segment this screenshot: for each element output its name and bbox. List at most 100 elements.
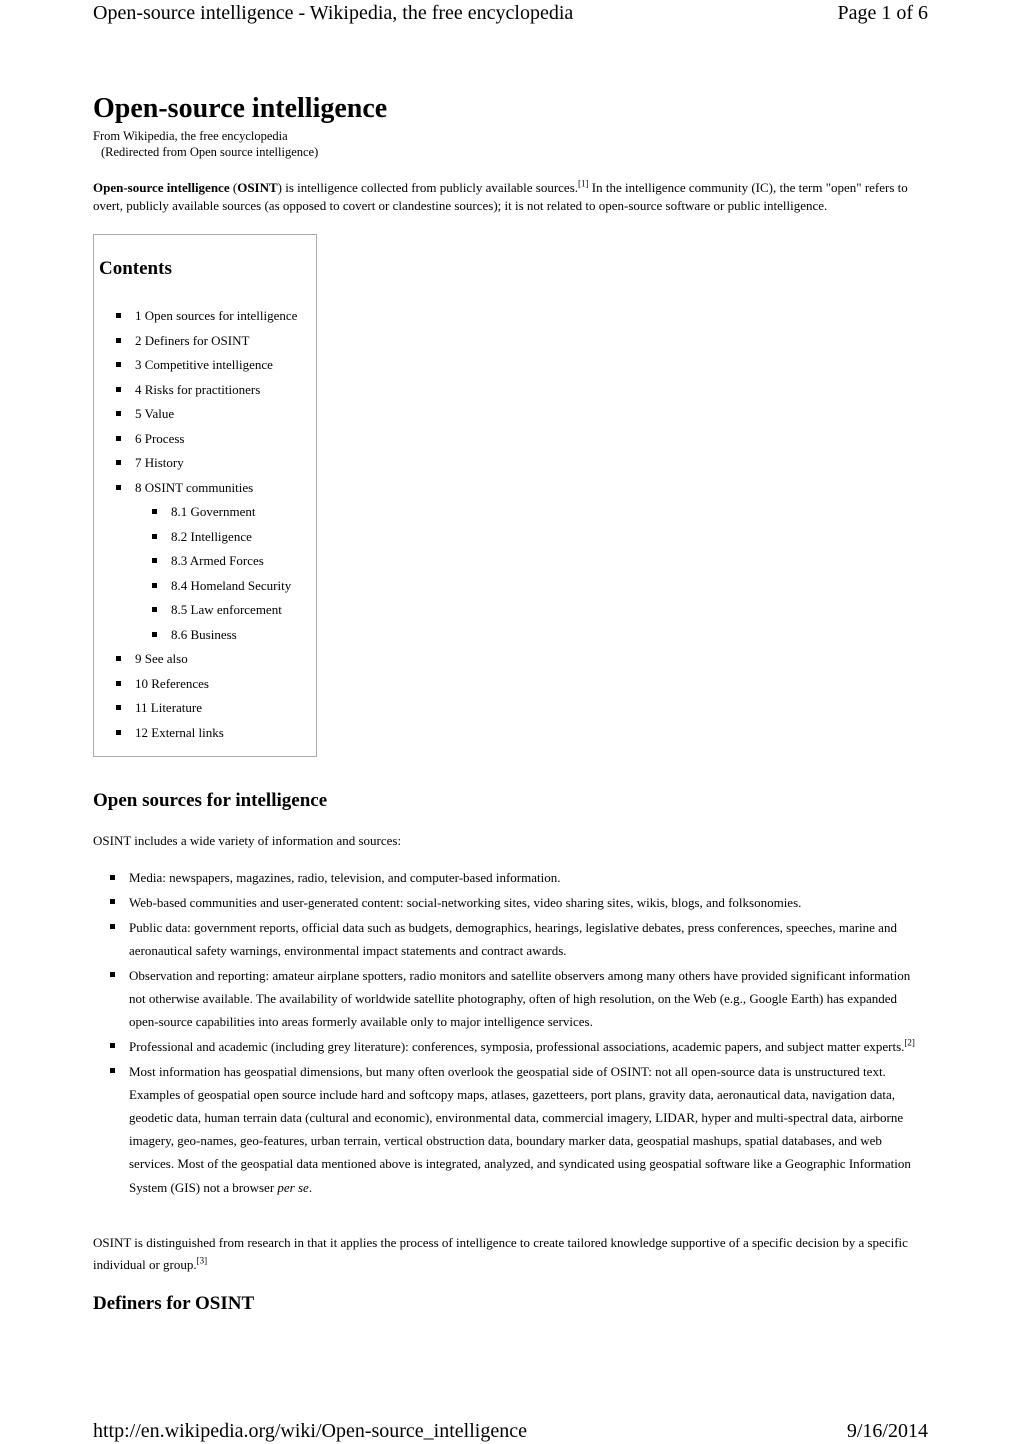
sources-list: Media: newspapers, magazines, radio, tel… <box>110 866 928 1200</box>
toc-link[interactable]: 8.4 Homeland Security <box>171 578 291 593</box>
toc-item[interactable]: 8.1 Government <box>152 500 297 525</box>
source-list-item: Public data: government reports, officia… <box>110 916 928 962</box>
square-bullet-icon <box>152 558 157 563</box>
toc-link[interactable]: 10 References <box>135 676 209 691</box>
source-item-end: . <box>308 1179 313 1195</box>
toc-item[interactable]: 5 Value <box>116 402 297 427</box>
square-bullet-icon <box>116 337 121 343</box>
square-bullet-icon <box>152 607 157 612</box>
print-date: 9/16/2014 <box>846 1420 928 1442</box>
toc-item[interactable]: 1 Open sources for intelligence <box>116 304 297 329</box>
print-header: Open-source intelligence - Wikipedia, th… <box>93 0 928 30</box>
toc-link[interactable]: 8.2 Intelligence <box>171 529 252 544</box>
toc-link[interactable]: 12 External links <box>135 725 224 740</box>
toc-link[interactable]: 3 Competitive intelligence <box>135 357 273 372</box>
toc-link[interactable]: 5 Value <box>135 406 174 421</box>
source-list-item: Media: newspapers, magazines, radio, tel… <box>110 866 928 889</box>
source-list-item: Web-based communities and user-generated… <box>110 891 928 914</box>
source-item-text: Public data: government reports, officia… <box>129 919 897 958</box>
toc-item[interactable]: 10 References <box>116 672 297 697</box>
section-heading-definers: Definers for OSINT <box>93 1293 255 1314</box>
toc-list: 1 Open sources for intelligence 2 Definer… <box>116 304 297 745</box>
lead-paragraph: Open-source intelligence (OSINT) is inte… <box>93 179 928 215</box>
redirect-note: (Redirected from Open source intelligenc… <box>101 145 319 159</box>
square-bullet-icon <box>152 582 157 588</box>
toc-link[interactable]: 9 See also <box>135 651 188 666</box>
square-bullet-icon <box>110 972 115 978</box>
toc-link[interactable]: 7 History <box>135 455 184 470</box>
square-bullet-icon <box>110 924 115 930</box>
toc-item[interactable]: 12 External links <box>116 721 297 746</box>
square-bullet-icon <box>116 435 121 441</box>
source-list-item: Observation and reporting: amateur airpl… <box>110 964 928 1034</box>
square-bullet-icon <box>116 313 121 318</box>
source-list-item: Professional and academic (including gre… <box>110 1035 928 1058</box>
square-bullet-icon <box>116 362 121 367</box>
reference-link[interactable]: [2] <box>904 1037 915 1047</box>
toc-link[interactable]: 4 Risks for practitioners <box>135 382 260 397</box>
closing-paragraph: OSINT is distinguished from research in … <box>93 1232 928 1276</box>
toc-link[interactable]: 6 Process <box>135 431 184 446</box>
toc-item[interactable]: 8.2 Intelligence <box>152 525 297 550</box>
toc-link[interactable]: 8.6 Business <box>171 627 237 642</box>
print-header-title: Open-source intelligence - Wikipedia, th… <box>93 2 574 24</box>
toc-link[interactable]: 8.5 Law enforcement <box>171 602 282 617</box>
reference-link[interactable]: [3] <box>197 1256 208 1266</box>
source-item-text: Most information has geospatial dimensio… <box>129 1063 911 1195</box>
section-heading-open-sources: Open sources for intelligence <box>93 790 328 811</box>
square-bullet-icon <box>116 484 121 490</box>
toc-title: Contents <box>99 258 172 279</box>
square-bullet-icon <box>110 1043 115 1049</box>
toc-link[interactable]: 8 OSINT communities <box>135 480 253 495</box>
source-item-text: Web-based communities and user-generated… <box>129 894 802 910</box>
toc-item[interactable]: 6 Process <box>116 427 297 452</box>
page-title: Open-source intelligence <box>93 93 388 124</box>
square-bullet-icon <box>110 899 115 905</box>
closing-text: OSINT is distinguished from research in … <box>93 1235 908 1272</box>
toc-item[interactable]: 11 Literature <box>116 696 297 721</box>
toc-item[interactable]: 3 Competitive intelligence <box>116 353 297 378</box>
page-url: http://en.wikipedia.org/wiki/Open-source… <box>93 1420 527 1442</box>
toc-link[interactable]: 8.3 Armed Forces <box>171 553 264 568</box>
toc-item[interactable]: 4 Risks for practitioners <box>116 378 297 403</box>
reference-link[interactable]: [1] <box>578 179 589 189</box>
lead-bold-term: Open-source intelligence <box>93 180 230 195</box>
toc-link[interactable]: 8.1 Government <box>171 504 255 519</box>
toc-item[interactable]: 8.5 Law enforcement <box>152 598 297 623</box>
toc-item[interactable]: 8.6 Business <box>152 623 297 648</box>
toc-link[interactable]: 11 Literature <box>135 700 202 715</box>
article-content: Open-source intelligence From Wikipedia,… <box>93 92 928 757</box>
source-item-text: Professional and academic (including gre… <box>129 1038 905 1054</box>
square-bullet-icon <box>116 460 121 465</box>
square-bullet-icon <box>116 411 121 416</box>
toc-item[interactable]: 8 OSINT communities <box>116 476 297 501</box>
square-bullet-icon <box>152 631 157 637</box>
square-bullet-icon <box>116 705 121 710</box>
site-subtitle: From Wikipedia, the free encyclopedia <box>93 129 288 143</box>
source-item-text: Media: newspapers, magazines, radio, tel… <box>129 870 561 885</box>
toc-item[interactable]: 8.3 Armed Forces <box>152 549 297 574</box>
lead-abbr: OSINT <box>237 180 278 195</box>
square-bullet-icon <box>116 680 121 686</box>
lead-text: ) is intelligence collected from publicl… <box>277 180 579 195</box>
source-list-item: Most information has geospatial dimensio… <box>110 1060 928 1199</box>
square-bullet-icon <box>152 533 157 539</box>
print-footer: http://en.wikipedia.org/wiki/Open-source… <box>93 1418 928 1444</box>
toc-link[interactable]: 2 Definers for OSINT <box>135 333 249 348</box>
toc-item[interactable]: 9 See also <box>116 647 297 672</box>
source-item-text: Observation and reporting: amateur airpl… <box>129 967 911 1029</box>
toc-item[interactable]: 7 History <box>116 451 297 476</box>
toc-link[interactable]: 1 Open sources for intelligence <box>135 308 297 323</box>
square-bullet-icon <box>116 656 121 661</box>
table-of-contents: Contents 1 Open sources for intelligence… <box>93 234 317 757</box>
square-bullet-icon <box>116 386 121 392</box>
page-indicator: Page 1 of 6 <box>837 2 928 24</box>
section-intro: OSINT includes a wide variety of informa… <box>93 833 402 848</box>
toc-item[interactable]: 2 Definers for OSINT <box>116 329 297 354</box>
square-bullet-icon <box>116 729 121 735</box>
square-bullet-icon <box>152 509 157 514</box>
square-bullet-icon <box>110 1068 115 1074</box>
source-item-italic: per se <box>277 1179 309 1195</box>
toc-item[interactable]: 8.4 Homeland Security <box>152 574 297 599</box>
square-bullet-icon <box>110 874 115 880</box>
